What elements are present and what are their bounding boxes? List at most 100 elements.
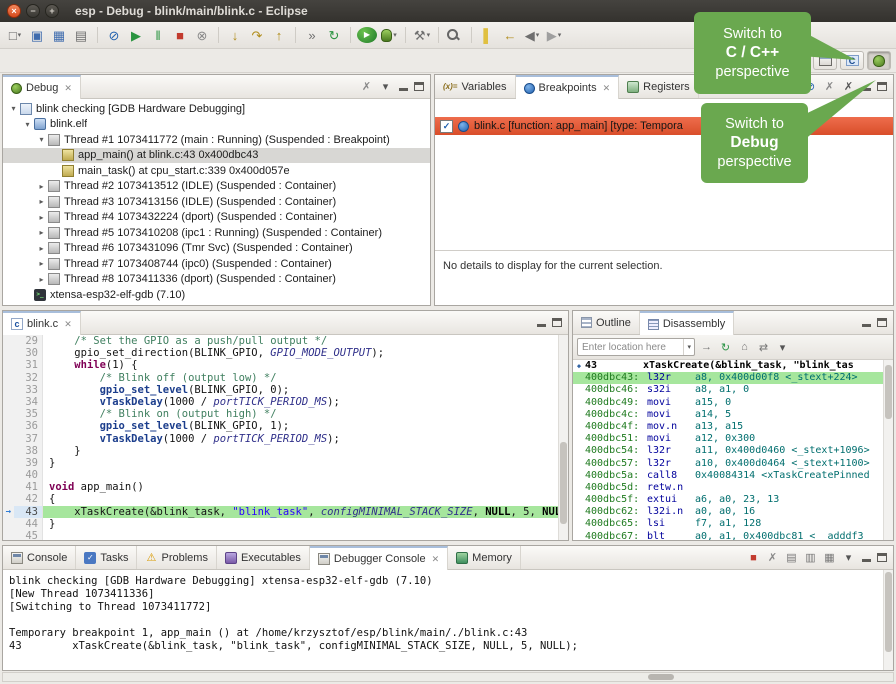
step-into-button[interactable]: ↓	[225, 25, 245, 45]
editor-line[interactable]: 44}	[3, 518, 568, 530]
editor-line[interactable]: 32 /* Blink off (output low) */	[3, 372, 568, 384]
disasm-row[interactable]: 400dbc5a:call80x40084314 <xTaskCreatePin…	[573, 470, 893, 482]
editor-line[interactable]: →43 xTaskCreate(&blink_task, "blink_task…	[3, 506, 568, 518]
debug-tree-row[interactable]: ▸Thread #2 1073413512 (IDLE) (Suspended …	[3, 179, 430, 195]
terminate-button[interactable]: ■	[745, 549, 762, 566]
disasm-row[interactable]: 400dbc46:s32ia8, a1, 0	[573, 384, 893, 396]
scroll-lock-button[interactable]: ▥	[802, 549, 819, 566]
window-minimize-button[interactable]: −	[26, 4, 40, 18]
run-button[interactable]: ▶	[357, 27, 377, 43]
debug-tree-row[interactable]: ▸Thread #7 1073408744 (ipc0) (Suspended …	[3, 256, 430, 272]
editor-line[interactable]: 45	[3, 530, 568, 540]
location-input[interactable]: Enter location here	[582, 342, 666, 353]
save-all-button[interactable]: ▦	[49, 25, 69, 45]
scrollbar-thumb[interactable]	[885, 365, 892, 419]
debug-tree-row[interactable]: xtensa-esp32-elf-gdb (7.10)	[3, 287, 430, 303]
debug-tree-row[interactable]: ▾Thread #1 1073411772 (main : Running) (…	[3, 132, 430, 148]
breakpoint-row[interactable]: blink.c [function: app_main] [type: Temp…	[435, 117, 893, 135]
forward-button[interactable]: ▶▾	[544, 25, 564, 45]
external-tools-button[interactable]: ⚒▾	[412, 25, 432, 45]
breakpoint-checkbox[interactable]	[440, 120, 453, 133]
disasm-row[interactable]: 400dbc54:l32ra11, 0x400d0460 <_stext+109…	[573, 445, 893, 457]
maximize-icon[interactable]	[877, 553, 887, 562]
refresh-button[interactable]: ↻	[717, 339, 734, 356]
disasm-row[interactable]: 400dbc5d:retw.n	[573, 482, 893, 494]
disasm-row[interactable]: 400dbc4f:mov.na13, a15	[573, 421, 893, 433]
remove-breakpoint-button[interactable]: ✗	[821, 78, 838, 95]
window-close-button[interactable]: ×	[7, 4, 21, 18]
expand-icon[interactable]: ▸	[35, 213, 48, 222]
c-cpp-perspective-button[interactable]	[840, 51, 864, 70]
chevron-down-icon[interactable]: ▾	[683, 339, 694, 355]
tab-blink-c[interactable]: blink.c ✕	[3, 311, 81, 335]
tab-registers[interactable]: Registers	[619, 75, 698, 98]
editor-scrollbar[interactable]	[558, 335, 568, 540]
terminate-button[interactable]: ■	[170, 25, 190, 45]
save-button[interactable]: ▣	[27, 25, 47, 45]
clear-console-button[interactable]: ▤	[783, 549, 800, 566]
tab-debugger-console[interactable]: Debugger Console✕	[310, 546, 448, 570]
expand-icon[interactable]: ▸	[35, 182, 48, 191]
tab-debug[interactable]: Debug ✕	[3, 75, 81, 99]
remove-launch-button[interactable]: ✗	[764, 549, 781, 566]
debug-tree-row[interactable]: ▾blink.elf	[3, 117, 430, 133]
disasm-row[interactable]: 400dbc62:l32i.na0, a0, 16	[573, 506, 893, 518]
disasm-row[interactable]: 400dbc57:l32ra10, 0x400d0464 <_stext+110…	[573, 458, 893, 470]
disasm-row[interactable]: 400dbc65:lsif7, a1, 128	[573, 518, 893, 530]
pin-console-button[interactable]: ▦	[821, 549, 838, 566]
view-menu-button[interactable]: ▾	[774, 339, 791, 356]
collapse-icon[interactable]: ▾	[7, 104, 20, 113]
editor-line[interactable]: 37 vTaskDelay(1000 / portTICK_PERIOD_MS)…	[3, 433, 568, 445]
editor-line[interactable]: 33 gpio_set_level(BLINK_GPIO, 0);	[3, 384, 568, 396]
tab-memory[interactable]: Memory	[448, 546, 521, 569]
back-button[interactable]: ◀▾	[522, 25, 542, 45]
tab-console[interactable]: Console	[3, 546, 76, 569]
console-hscrollbar[interactable]	[2, 672, 894, 682]
location-combo[interactable]: Enter location here ▾	[577, 338, 695, 356]
debug-tree-row[interactable]: main_task() at cpu_start.c:339 0x400d057…	[3, 163, 430, 179]
maximize-icon[interactable]	[414, 82, 424, 91]
maximize-icon[interactable]	[877, 318, 887, 327]
restart-button[interactable]: ↻	[324, 25, 344, 45]
remove-all-breakp oints-button[interactable]: ✗	[840, 78, 857, 95]
view-menu-button[interactable]: ▾	[840, 549, 857, 566]
expand-icon[interactable]: ▸	[35, 259, 48, 268]
tab-breakpoints[interactable]: Breakpoints✕	[516, 75, 620, 99]
debug-tree-row[interactable]: ▸Thread #6 1073431096 (Tmr Svc) (Suspend…	[3, 241, 430, 257]
search-button[interactable]	[445, 27, 465, 43]
debug-tree-row[interactable]: ▸Thread #4 1073432224 (dport) (Suspended…	[3, 210, 430, 226]
editor-line[interactable]: 39}	[3, 457, 568, 469]
expand-icon[interactable]: ▸	[35, 197, 48, 206]
collapse-icon[interactable]: ▾	[21, 120, 34, 129]
scrollbar-thumb[interactable]	[885, 572, 892, 652]
view-menu-button[interactable]: ▾	[377, 78, 394, 95]
expand-icon[interactable]: ▸	[35, 275, 48, 284]
mark-occurrences-button[interactable]: ▌	[478, 25, 498, 45]
debug-tree-row[interactable]: ▸Thread #5 1073410208 (ipc1 : Running) (…	[3, 225, 430, 241]
editor-line[interactable]: 35 /* Blink on (output high) */	[3, 408, 568, 420]
tab-disassembly[interactable]: Disassembly	[640, 311, 734, 335]
skip-all-breakpoints-button[interactable]: ⊘	[104, 25, 124, 45]
minimize-icon[interactable]	[398, 82, 409, 92]
step-over-button[interactable]: ↷	[247, 25, 267, 45]
code-editor[interactable]: 29 /* Set the GPIO as a push/pull output…	[3, 335, 568, 540]
editor-line[interactable]: 30 gpio_set_direction(BLINK_GPIO, GPIO_M…	[3, 347, 568, 359]
minimize-icon[interactable]	[536, 318, 547, 328]
editor-line[interactable]: 41void app_main()	[3, 481, 568, 493]
minimize-icon[interactable]	[861, 82, 872, 92]
editor-line[interactable]: 34 vTaskDelay(1000 / portTICK_PERIOD_MS)…	[3, 396, 568, 408]
editor-line[interactable]: 42{	[3, 493, 568, 505]
disasm-row[interactable]: 400dbc49:movia15, 0	[573, 397, 893, 409]
console-output[interactable]: blink checking [GDB Hardware Debugging] …	[3, 570, 893, 670]
editor-line[interactable]: 38 }	[3, 445, 568, 457]
disconnect-button[interactable]: ⊗	[192, 25, 212, 45]
tab-problems[interactable]: Problems	[137, 546, 216, 569]
expand-icon[interactable]: ▸	[35, 228, 48, 237]
collapse-icon[interactable]: ▾	[35, 135, 48, 144]
scrollbar-thumb[interactable]	[560, 442, 567, 524]
editor-line[interactable]: 40	[3, 469, 568, 481]
remove-all-terminated-button[interactable]: ✗	[358, 78, 375, 95]
editor-line[interactable]: 31 while(1) {	[3, 359, 568, 371]
debug-tree-row[interactable]: ▸Thread #8 1073411336 (dport) (Suspended…	[3, 272, 430, 288]
debug-tree-row[interactable]: ▸Thread #3 1073413156 (IDLE) (Suspended …	[3, 194, 430, 210]
